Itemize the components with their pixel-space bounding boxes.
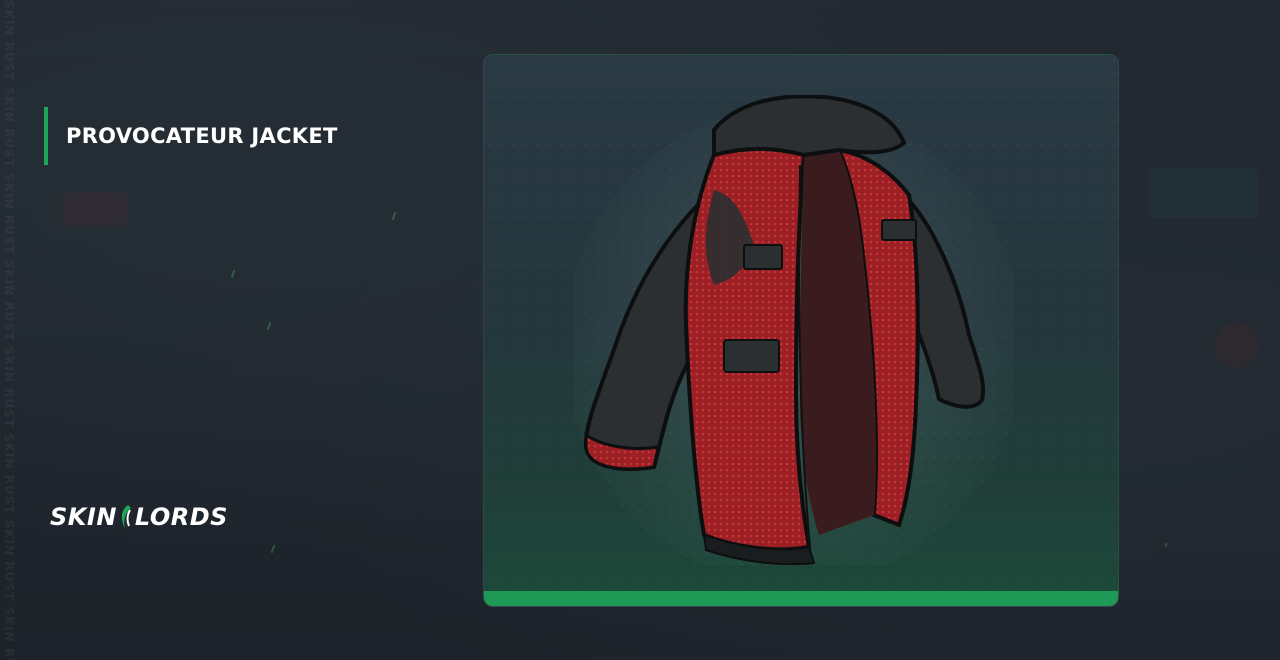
blurred-background-shape — [1215, 322, 1259, 368]
item-title: PROVOCATEUR JACKET — [66, 124, 338, 148]
card-accent-bar — [484, 591, 1118, 606]
blurred-background-shape — [1148, 168, 1258, 218]
logo-text-left: SKIN — [50, 503, 117, 531]
jacket-icon — [574, 95, 1014, 565]
brand-logo: SKIN LORDS — [50, 500, 250, 534]
item-image-card — [483, 54, 1119, 607]
logo-text-right: LORDS — [134, 503, 228, 531]
side-watermark: SKIN RUST SKIN RUST SKIN RUST SKIN RUST … — [2, 0, 16, 660]
logo-mark-icon — [119, 504, 133, 530]
title-block: PROVOCATEUR JACKET — [44, 107, 338, 165]
blurred-background-shape — [62, 192, 128, 226]
